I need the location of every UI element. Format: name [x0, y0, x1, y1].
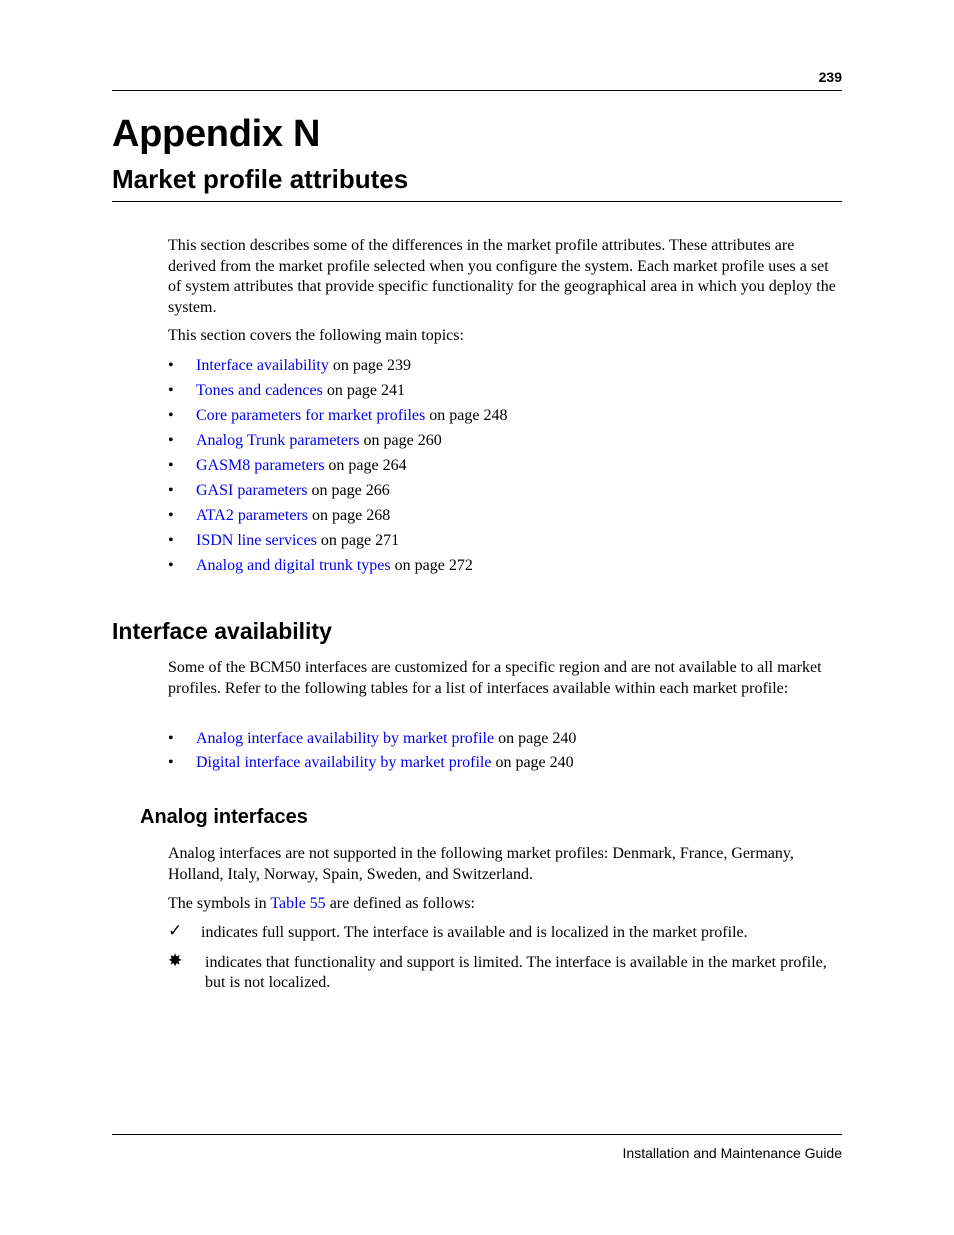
page-number: 239 — [818, 69, 842, 85]
check-description: indicates full support. The interface is… — [201, 924, 748, 941]
bullet-icon: • — [168, 407, 174, 424]
star-description: indicates that functionality and support… — [205, 954, 827, 991]
topic-link[interactable]: Core parameters for market profiles — [196, 407, 425, 424]
chapter-title: Market profile attributes — [112, 164, 409, 194]
interface-availability-paragraph: Some of the BCM50 interfaces are customi… — [168, 659, 822, 697]
bullet-icon: • — [168, 382, 174, 399]
topic-page: on page 239 — [328, 357, 412, 374]
topic-page: on page 241 — [322, 382, 406, 399]
table-page: on page 240 — [491, 754, 574, 771]
bullet-icon: • — [168, 730, 174, 747]
analog-interfaces-paragraph: Analog interfaces are not supported in t… — [168, 845, 794, 883]
topic-link[interactable]: Tones and cadences — [196, 382, 323, 399]
topic-link[interactable]: Analog Trunk parameters — [196, 432, 360, 449]
subsection-heading-analog-interfaces: Analog interfaces — [140, 806, 308, 828]
intro-paragraph: This section describes some of the diffe… — [168, 237, 836, 316]
topic-link[interactable]: GASM8 parameters — [196, 457, 324, 474]
topic-link[interactable]: GASI parameters — [196, 482, 308, 499]
topic-page: on page 271 — [316, 532, 400, 549]
bullet-icon: • — [168, 482, 174, 499]
topic-page: on page 260 — [359, 432, 442, 449]
title-rule — [112, 201, 842, 202]
bullet-icon: • — [168, 507, 174, 524]
table-55-link[interactable]: Table 55 — [270, 895, 325, 912]
star-icon: ✸ — [168, 951, 183, 970]
symbols-suffix: are defined as follows: — [325, 895, 475, 912]
topics-lead: This section covers the following main t… — [168, 327, 464, 344]
topic-link[interactable]: ISDN line services — [196, 532, 317, 549]
section-heading-interface-availability: Interface availability — [112, 618, 332, 644]
bullet-icon: • — [168, 457, 174, 474]
topic-page: on page 268 — [308, 507, 391, 524]
table-link[interactable]: Analog interface availability by market … — [196, 730, 494, 747]
topic-link[interactable]: Interface availability — [196, 357, 329, 374]
bullet-icon: • — [168, 557, 174, 574]
topic-page: on page 264 — [324, 457, 407, 474]
bullet-icon: • — [168, 432, 174, 449]
topic-page: on page 248 — [425, 407, 508, 424]
footer-rule — [112, 1134, 842, 1135]
symbols-lead: The symbols in Table 55 are defined as f… — [168, 894, 848, 915]
bullet-icon: • — [168, 754, 174, 771]
topic-page: on page 266 — [307, 482, 390, 499]
bullet-icon: • — [168, 532, 174, 549]
topic-link[interactable]: ATA2 parameters — [196, 507, 308, 524]
table-page: on page 240 — [494, 730, 577, 747]
appendix-title: Appendix N — [112, 113, 321, 155]
topic-link[interactable]: Analog and digital trunk types — [196, 557, 391, 574]
bullet-icon: • — [168, 357, 174, 374]
check-icon: ✓ — [168, 921, 183, 940]
symbols-prefix: The symbols in — [168, 895, 271, 912]
header-rule — [112, 90, 842, 91]
topic-page: on page 272 — [390, 557, 473, 574]
table-link[interactable]: Digital interface availability by market… — [196, 754, 491, 771]
footer-text: Installation and Maintenance Guide — [622, 1145, 842, 1161]
